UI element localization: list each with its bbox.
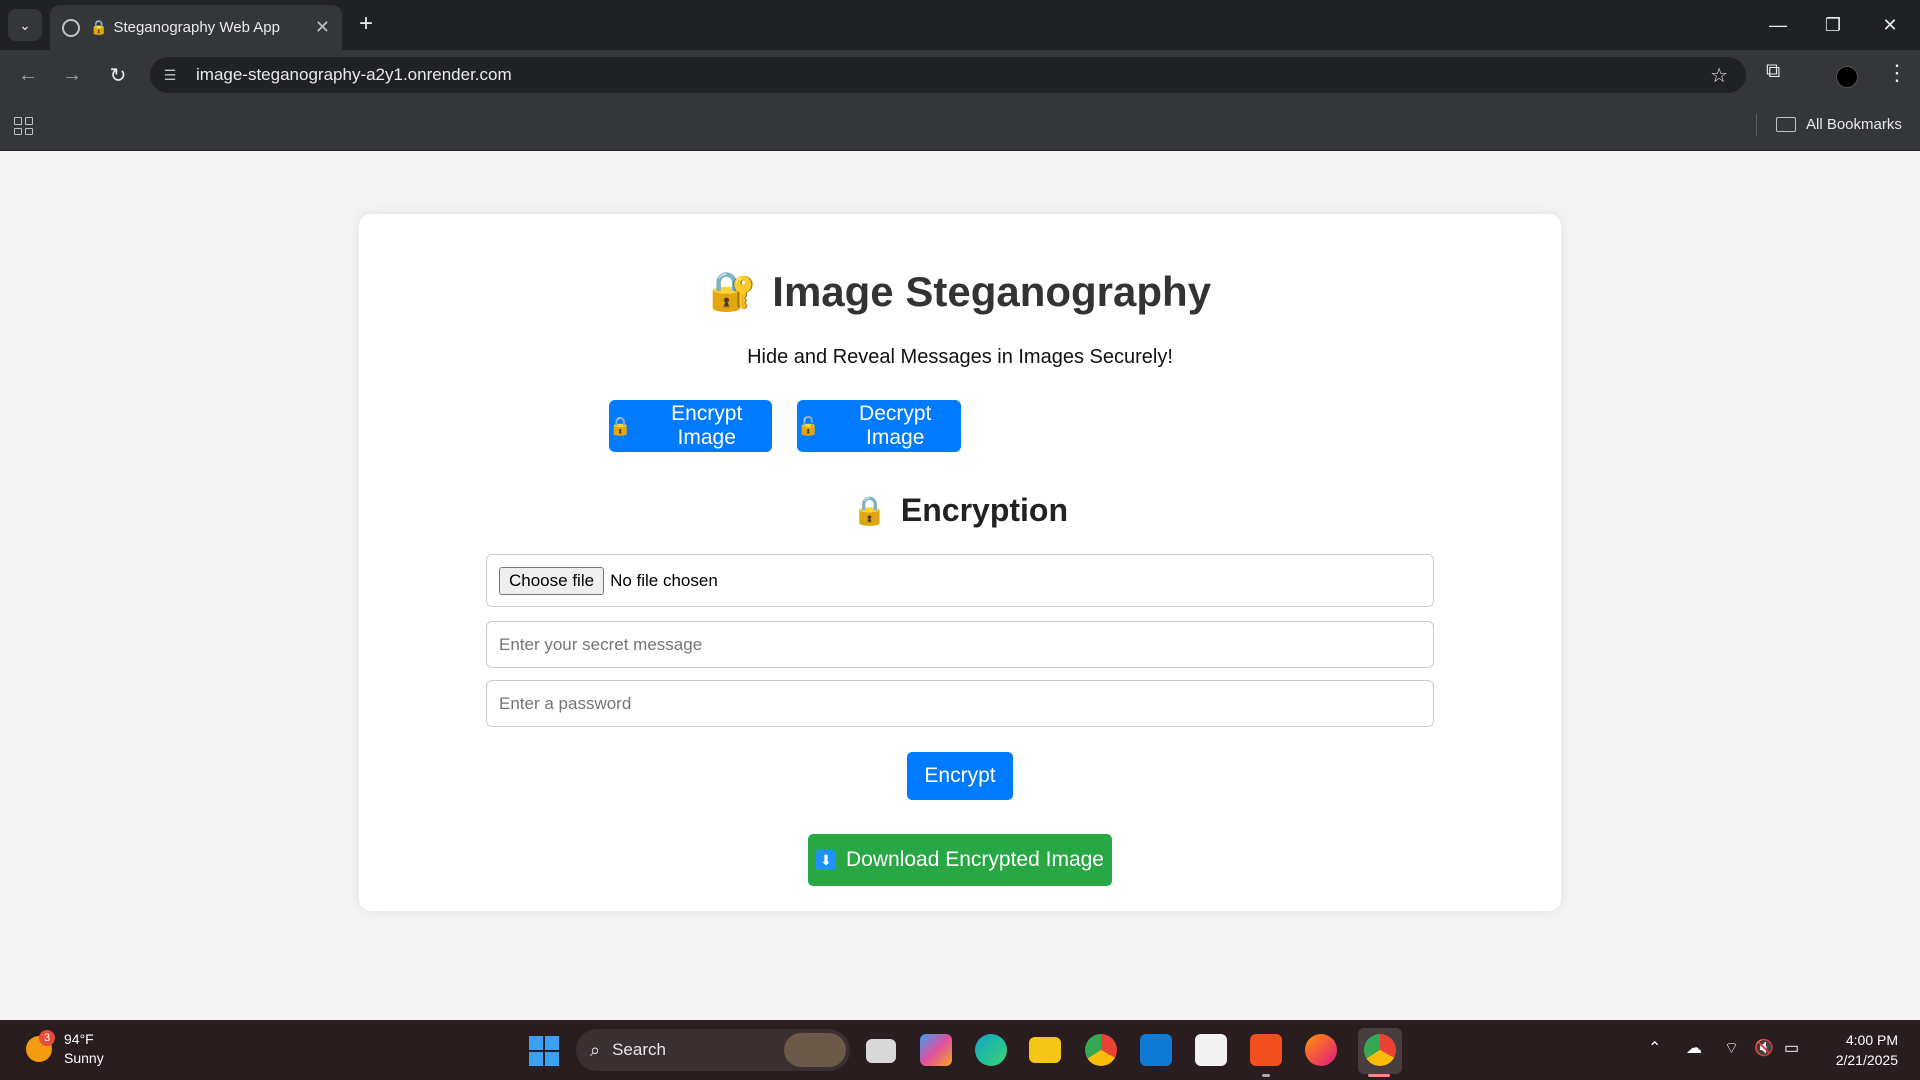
windows-start-icon[interactable] <box>529 1036 559 1066</box>
globe-icon <box>62 18 80 37</box>
bookmarks-bar: All Bookmarks <box>0 100 1920 151</box>
lock-icon: 🔒 <box>609 415 632 436</box>
download-button-label: Download Encrypted Image <box>846 848 1104 871</box>
bookmark-star-icon[interactable]: ☆ <box>1710 63 1728 88</box>
back-button[interactable]: ← <box>12 60 44 90</box>
download-encrypted-image-button[interactable]: ⬇ Download Encrypted Image <box>808 834 1112 886</box>
choose-file-button[interactable]: Choose file <box>499 566 605 595</box>
vscode-icon[interactable] <box>1140 1034 1172 1066</box>
page-title: 🔐 Image Steganography <box>359 268 1561 316</box>
file-input[interactable]: Choose file No file chosen <box>486 554 1434 607</box>
folder-icon <box>1776 117 1796 132</box>
battery-icon[interactable]: ▭ <box>1784 1038 1799 1058</box>
secret-message-input[interactable]: Enter your secret message <box>486 621 1434 668</box>
clock-date: 2/21/2025 <box>1835 1052 1898 1068</box>
download-arrow-icon: ⬇ <box>816 850 836 870</box>
section-heading-text: Encryption <box>900 492 1068 528</box>
notification-badge: 3 <box>39 1030 55 1046</box>
all-bookmarks-button[interactable]: All Bookmarks <box>1776 116 1902 133</box>
browser-toolbar: ← → ↻ ☰ image-steganography-a2y1.onrende… <box>0 50 1920 100</box>
task-view-icon[interactable] <box>866 1039 896 1063</box>
taskbar-search[interactable]: ⌕ Search <box>576 1029 850 1071</box>
decrypt-mode-button[interactable]: 🔓 Decrypt Image <box>797 400 961 452</box>
forward-button[interactable]: → <box>56 60 88 90</box>
bookmarks-separator <box>1756 114 1757 136</box>
decrypt-mode-label: Decrypt Image <box>859 402 932 449</box>
app-card: 🔐 Image Steganography Hide and Reveal Me… <box>359 214 1561 911</box>
site-info-icon[interactable]: ☰ <box>150 67 190 84</box>
file-status: No file chosen <box>610 570 718 590</box>
encrypt-button[interactable]: Encrypt <box>907 752 1013 800</box>
extensions-icon[interactable]: ⧉ <box>1766 60 1780 83</box>
volume-muted-icon[interactable]: 🔇 <box>1754 1038 1774 1058</box>
password-input[interactable]: Enter a password <box>486 680 1434 727</box>
lock-favicon-icon: 🔒 <box>90 19 108 35</box>
profile-avatar[interactable] <box>1836 66 1858 88</box>
apps-grid-icon[interactable] <box>14 117 34 135</box>
file-explorer-icon[interactable] <box>1029 1037 1061 1063</box>
unlock-icon: 🔓 <box>797 415 820 436</box>
show-hidden-icons-chevron[interactable]: ⌃ <box>1648 1038 1661 1058</box>
search-highlight-image <box>784 1033 846 1067</box>
close-window-button[interactable]: ✕ <box>1872 10 1908 40</box>
copilot-icon[interactable] <box>920 1034 952 1066</box>
all-bookmarks-label: All Bookmarks <box>1806 116 1902 133</box>
page-viewport: 🔐 Image Steganography Hide and Reveal Me… <box>0 151 1920 1020</box>
address-bar[interactable]: ☰ image-steganography-a2y1.onrender.com … <box>150 57 1746 93</box>
lock-with-key-icon: 🔐 <box>708 271 757 313</box>
weather-temp: 94°F <box>64 1031 94 1047</box>
browser-tab-active[interactable]: 🔒 Steganography Web App ✕ <box>50 5 342 50</box>
minimize-button[interactable]: — <box>1760 10 1796 40</box>
tab-search-button[interactable]: ⌄ <box>8 9 42 41</box>
chrome-icon[interactable] <box>1085 1034 1117 1066</box>
restore-button[interactable]: ❐ <box>1815 10 1851 40</box>
chrome-active-icon[interactable] <box>1364 1034 1396 1066</box>
browser-menu-icon[interactable]: ⋮ <box>1886 60 1908 86</box>
page-subtitle: Hide and Reveal Messages in Images Secur… <box>747 346 1173 368</box>
wifi-icon[interactable]: ⌔ <box>1724 1038 1739 1058</box>
chrome-active-indicator <box>1368 1074 1390 1077</box>
tab-close-icon[interactable]: ✕ <box>315 17 330 38</box>
firefox-icon[interactable] <box>1305 1034 1337 1066</box>
system-clock[interactable]: 4:00 PM 2/21/2025 <box>1824 1030 1898 1070</box>
weather-condition: Sunny <box>64 1050 104 1066</box>
tab-title: Steganography Web App <box>113 19 280 36</box>
section-heading: 🔒 Encryption <box>359 492 1561 529</box>
encrypt-mode-button[interactable]: 🔒 Encrypt Image <box>609 400 772 452</box>
brave-running-indicator <box>1262 1074 1270 1077</box>
onedrive-cloud-icon[interactable]: ☁ <box>1686 1038 1702 1058</box>
lock-icon: 🔒 <box>852 495 887 526</box>
store-icon[interactable] <box>1195 1034 1227 1066</box>
windows-taskbar: 3 94°F Sunny ⌕ Search ⌃ ☁ ⌔ 🔇 ▭ 4:00 PM … <box>0 1020 1920 1080</box>
new-tab-button[interactable]: + <box>352 10 380 38</box>
sun-icon: 3 <box>26 1030 55 1062</box>
search-icon: ⌕ <box>590 1039 601 1060</box>
reload-button[interactable]: ↻ <box>102 60 134 90</box>
url-text[interactable]: image-steganography-a2y1.onrender.com <box>196 65 512 85</box>
brave-icon[interactable] <box>1250 1034 1282 1066</box>
page-title-text: Image Steganography <box>772 268 1212 315</box>
encrypt-mode-label: Encrypt Image <box>671 402 743 449</box>
browser-tab-strip: ⌄ 🔒 Steganography Web App ✕ + — ❐ ✕ <box>0 0 1920 50</box>
clock-time: 4:00 PM <box>1845 1032 1898 1048</box>
search-label: Search <box>612 1040 666 1059</box>
edge-icon[interactable] <box>975 1034 1007 1066</box>
weather-widget[interactable]: 3 94°F Sunny <box>26 1030 104 1068</box>
